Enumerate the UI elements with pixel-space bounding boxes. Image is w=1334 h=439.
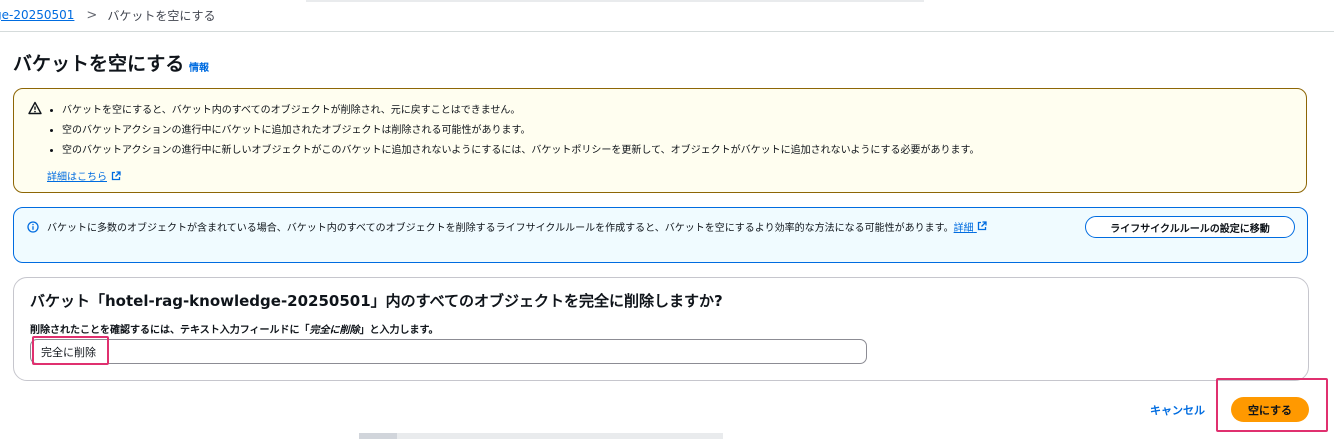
info-details-link[interactable]: 詳細 [953,221,987,234]
learn-more-label: 詳細はこちら [47,172,107,183]
highlight-box-input [32,336,109,365]
confirm-hint-prefix: 削除されたことを確認するには、テキスト入力フィールドに「 [30,325,310,336]
confirm-hint: 削除されたことを確認するには、テキスト入力フィールドに「完全に削除」と入力します… [30,321,439,336]
breadcrumb-current: バケットを空にする [107,8,216,23]
breadcrumb-separator: > [86,7,98,23]
bottom-strip [359,433,723,439]
info-link[interactable]: 情報 [189,59,209,74]
info-text: バケットに多数のオブジェクトが含まれている場合、バケット内のすべてのオブジェクト… [47,221,1077,237]
info-message: バケットに多数のオブジェクトが含まれている場合、バケット内のすべてのオブジェクト… [47,223,954,234]
confirm-text-input[interactable] [30,339,867,364]
info-details-label: 詳細 [953,223,974,234]
external-link-icon [977,221,987,231]
confirm-panel: バケット「hotel-rag-knowledge-20250501」内のすべての… [13,277,1309,381]
info-alert: バケットに多数のオブジェクトが含まれている場合、バケット内のすべてのオブジェクト… [13,207,1308,263]
breadcrumb: ge-20250501 > バケットを空にする [0,6,215,24]
confirm-heading: バケット「hotel-rag-knowledge-20250501」内のすべての… [30,292,723,310]
bottom-strip-thumb [359,433,397,439]
top-strip [306,0,924,2]
warning-list: バケットを空にすると、バケット内のすべてのオブジェクトが削除され、元に戻すことは… [46,101,980,161]
warning-icon [28,101,42,115]
page-title: バケットを空にする [13,53,185,75]
breadcrumb-bucket-link[interactable]: ge-20250501 [0,8,74,22]
confirm-hint-suffix: 」と入力します。 [359,325,439,336]
warning-item: 空のバケットアクションの進行中にバケットに追加されたオブジェクトは削除される可能… [62,121,980,141]
warning-item: 空のバケットアクションの進行中に新しいオブジェクトがこのバケットに追加されないよ… [62,141,980,161]
confirm-hint-keyword: 完全に削除 [309,325,360,336]
learn-more-link[interactable]: 詳細はこちら [47,168,121,183]
cancel-button[interactable]: キャンセル [1150,402,1205,418]
lifecycle-rule-button[interactable]: ライフサイクルルールの設定に移動 [1085,216,1295,238]
warning-alert: バケットを空にすると、バケット内のすべてのオブジェクトが削除され、元に戻すことは… [13,88,1307,193]
warning-item: バケットを空にすると、バケット内のすべてのオブジェクトが削除され、元に戻すことは… [62,101,980,121]
empty-bucket-button[interactable]: 空にする [1231,397,1309,422]
header-divider [0,31,1334,32]
info-circle-icon [27,221,39,233]
external-link-icon [111,170,121,180]
